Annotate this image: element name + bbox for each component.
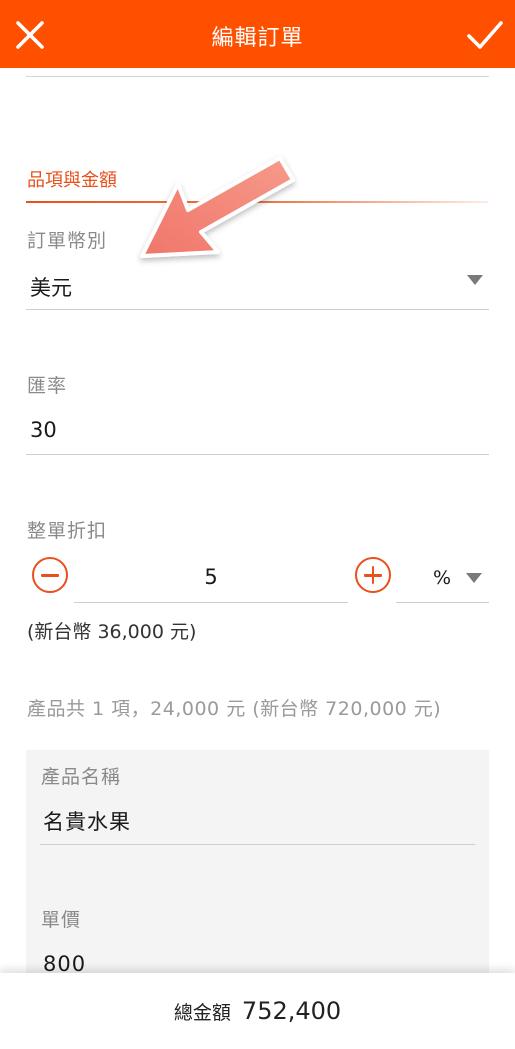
total-value: 752,400: [241, 997, 342, 1025]
discount-input[interactable]: 5: [74, 560, 348, 602]
product-name-input[interactable]: 名貴水果: [43, 806, 131, 836]
discount-underline: [74, 602, 348, 603]
discount-value: 5: [204, 565, 218, 589]
currency-underline: [26, 309, 489, 310]
currency-value: 美元: [30, 276, 72, 300]
check-icon[interactable]: [465, 17, 505, 53]
pointer-arrow-icon: [140, 156, 295, 258]
total-label: 總金額: [173, 1002, 231, 1024]
products-summary: 產品共 1 項，24,000 元 (新台幣 720,000 元): [27, 698, 442, 720]
chevron-down-icon: [466, 573, 482, 583]
section-title: 品項與金額: [27, 170, 117, 191]
minus-icon[interactable]: [32, 557, 68, 593]
exchange-rate-input[interactable]: 30: [30, 418, 57, 442]
unit-underline: [396, 602, 489, 603]
discount-unit-select[interactable]: %: [396, 560, 489, 602]
plus-icon[interactable]: [355, 557, 391, 593]
app-bar: 編輯訂單: [0, 0, 515, 68]
exchange-rate-label: 匯率: [27, 375, 68, 397]
discount-label: 整單折扣: [27, 520, 108, 542]
currency-label: 訂單幣別: [27, 230, 108, 252]
unit-price-label: 單價: [41, 909, 82, 931]
exchange-rate-underline: [26, 454, 489, 455]
discount-converted: (新台幣 36,000 元): [27, 621, 197, 643]
product-name-underline: [40, 844, 475, 845]
product-card[interactable]: 產品名稱 名貴水果 單價 800: [26, 750, 489, 990]
product-name-label: 產品名稱: [41, 766, 122, 788]
chevron-down-icon: [467, 275, 483, 285]
previous-field-underline: [26, 76, 489, 77]
total-footer: 總金額 752,400: [0, 973, 515, 1049]
discount-unit-value: %: [433, 567, 452, 589]
page-title: 編輯訂單: [211, 26, 304, 51]
total-row: 總金額 752,400: [0, 997, 515, 1025]
